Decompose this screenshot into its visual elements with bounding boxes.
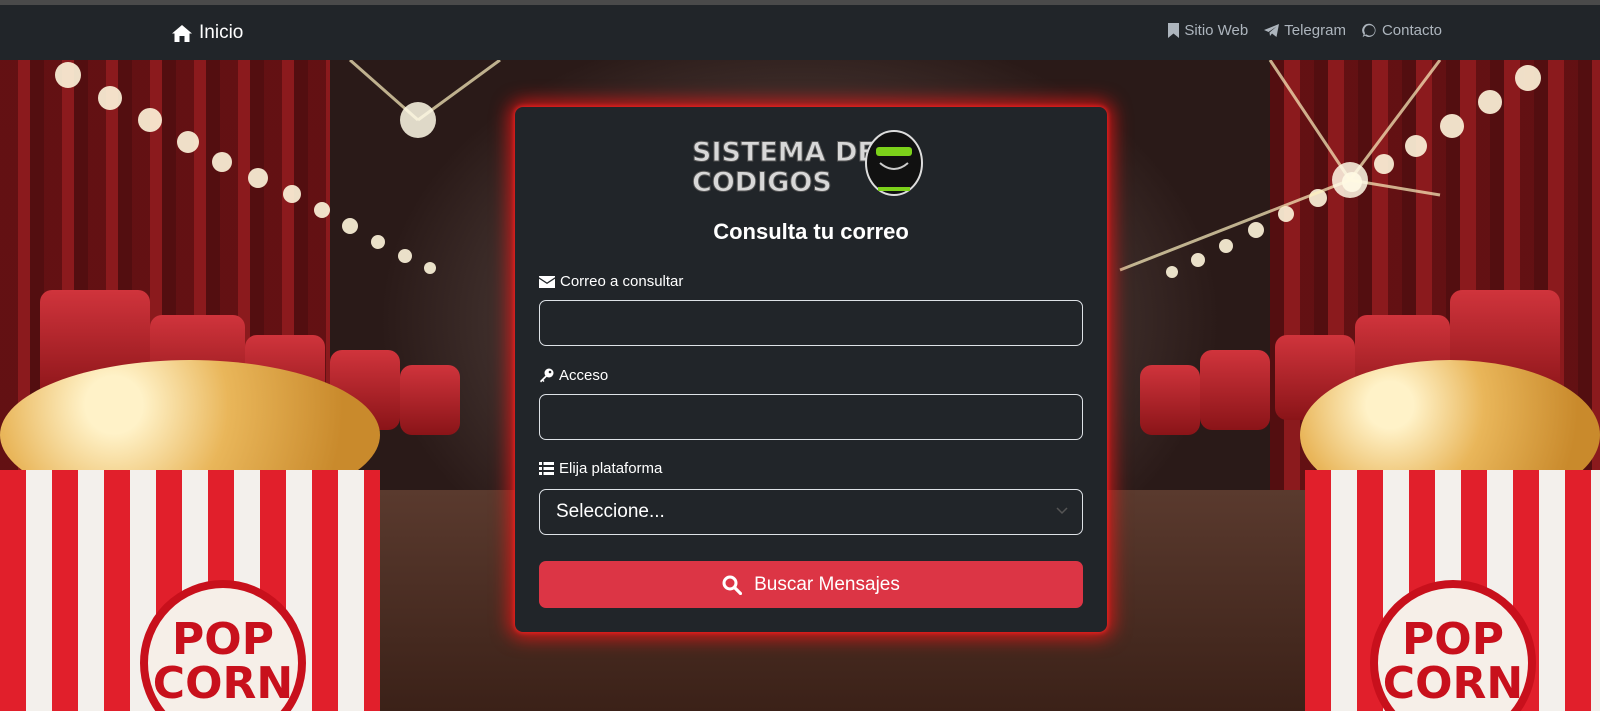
platform-select[interactable]: Seleccione... — [539, 489, 1083, 535]
list-icon — [539, 462, 554, 475]
bookmark-icon — [1168, 23, 1180, 38]
nav-link-label: Contacto — [1381, 22, 1442, 39]
nav-link-label: Telegram — [1284, 22, 1346, 39]
cinema-seat — [1200, 350, 1270, 430]
email-label: Correo a consultar — [539, 273, 683, 290]
nav-link-sitio-web[interactable]: Sitio Web — [1168, 22, 1248, 39]
home-link[interactable]: Inicio — [171, 20, 243, 46]
popcorn-badge-text: POP CORN — [1382, 614, 1524, 709]
access-label: Acceso — [539, 367, 608, 384]
chevron-down-icon — [1056, 507, 1068, 515]
access-input[interactable] — [539, 394, 1083, 440]
platform-label: Elija plataforma — [539, 460, 662, 477]
search-messages-button[interactable]: Buscar Mensajes — [539, 561, 1083, 608]
svg-text:SISTEMA DE: SISTEMA DE — [692, 137, 876, 168]
popcorn-badge-text: POP CORN — [152, 614, 294, 709]
nav-link-label: Sitio Web — [1184, 22, 1249, 39]
telegram-icon — [1264, 24, 1280, 37]
cinema-seat — [400, 365, 460, 435]
email-label-text: Correo a consultar — [560, 273, 684, 290]
home-link-label: Inicio — [199, 22, 244, 43]
nav-link-contacto[interactable]: Contacto — [1362, 22, 1442, 39]
platform-label-text: Elija plataforma — [559, 460, 663, 477]
nav-link-telegram[interactable]: Telegram — [1264, 22, 1346, 39]
svg-text:CODIGOS: CODIGOS — [692, 167, 832, 198]
envelope-icon — [539, 275, 555, 288]
home-icon — [172, 24, 192, 42]
nav-links: Sitio Web Telegram Contacto — [1168, 22, 1442, 39]
navbar: Inicio Sitio Web Telegram Contacto — [0, 5, 1600, 60]
cinema-seat — [1140, 365, 1200, 435]
search-messages-label: Buscar Mensajes — [754, 573, 900, 595]
whatsapp-icon — [1362, 23, 1376, 38]
popcorn-right: POP CORN — [1300, 360, 1600, 711]
predator-mask-icon — [865, 130, 923, 196]
card-title: Consulta tu correo — [713, 219, 909, 244]
popcorn-left: POP CORN — [0, 360, 390, 711]
access-label-text: Acceso — [559, 367, 609, 384]
platform-select-value: Seleccione... — [556, 501, 665, 522]
email-input[interactable] — [539, 300, 1083, 346]
key-icon — [540, 368, 554, 383]
logo: SISTEMA DE CODIGOS — [692, 130, 923, 199]
search-icon — [722, 575, 743, 595]
login-card: SISTEMA DE CODIGOS Consulta tu correo Co… — [515, 107, 1107, 632]
